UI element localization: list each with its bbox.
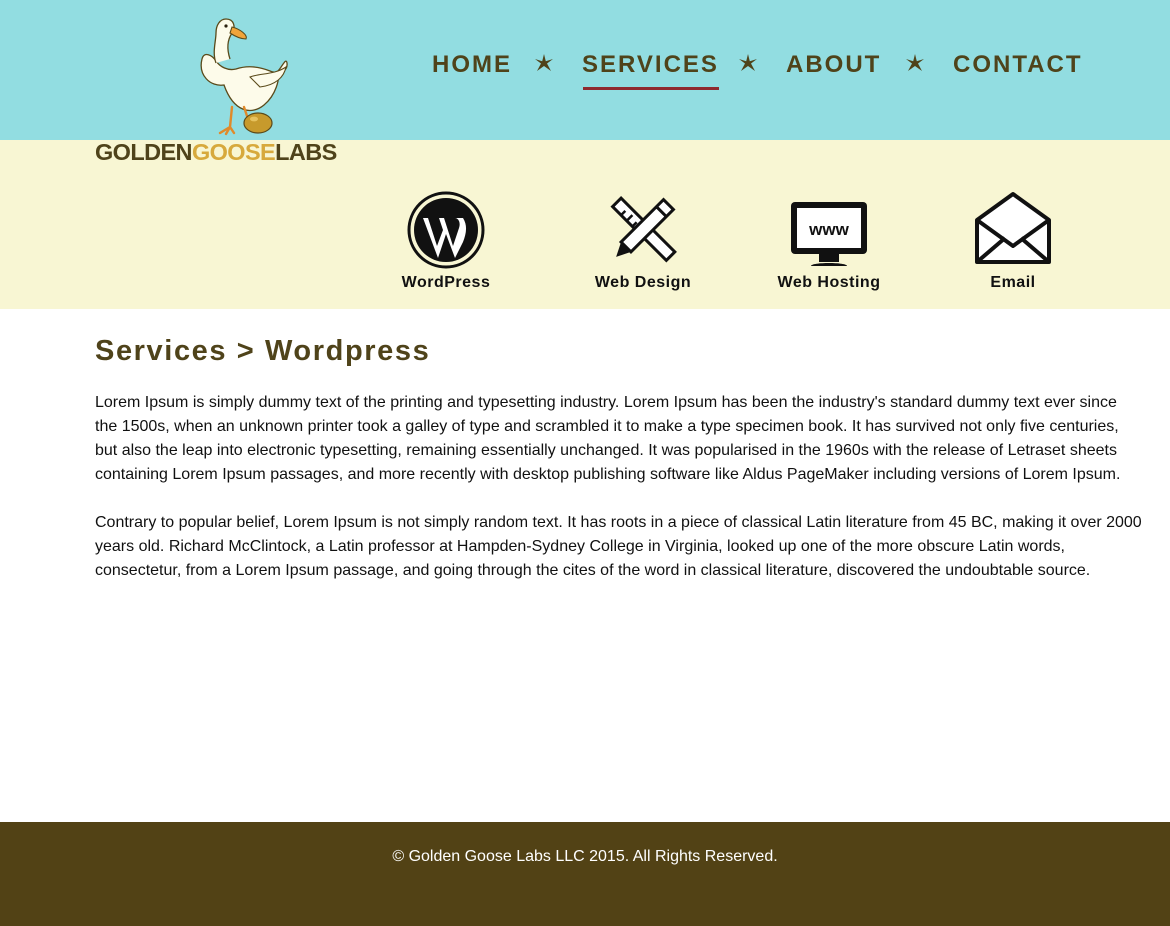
logo-wordmark: GOLDENGOOSELABS: [95, 139, 337, 165]
service-web-hosting-label: Web Hosting: [777, 274, 881, 291]
service-web-design[interactable]: Web Design: [593, 190, 693, 292]
service-email-label: Email: [990, 274, 1036, 291]
nav-home[interactable]: HOME: [432, 50, 512, 80]
service-web-hosting[interactable]: www Web Hosting: [774, 190, 884, 292]
service-icons: WordPress Web Design www Web Hosting Ema…: [0, 190, 1170, 300]
monitor-www-icon: www: [791, 202, 867, 266]
pencil-ruler-icon: [610, 196, 677, 263]
star-separator-icon: [535, 54, 553, 71]
star-separator-icon: [739, 54, 757, 71]
svg-text:www: www: [808, 220, 849, 239]
logo-word-labs: LABS: [275, 139, 337, 165]
logo[interactable]: GOLDENGOOSELABS: [95, 15, 347, 165]
page-title: Services > Wordpress: [95, 335, 431, 367]
copyright-text: © Golden Goose Labs LLC 2015. All Rights…: [392, 848, 778, 865]
envelope-icon: [975, 192, 1051, 264]
wordpress-icon: [407, 191, 485, 269]
service-email[interactable]: Email: [968, 190, 1058, 292]
logo-word-goose: GOOSE: [191, 139, 276, 165]
logo-word-golden: GOLDEN: [95, 139, 193, 165]
main-nav: HOME SERVICES ABOUT CONTACT: [0, 50, 1170, 90]
star-separator-icon: [906, 54, 924, 71]
body-paragraph: Lorem Ipsum is simply dummy text of the …: [95, 394, 1121, 483]
nav-services[interactable]: SERVICES: [582, 50, 719, 90]
nav-contact[interactable]: CONTACT: [953, 50, 1083, 80]
body-paragraph: Contrary to popular belief, Lorem Ipsum …: [95, 514, 1142, 579]
main-content: Services > Wordpress Lorem Ipsum is simp…: [95, 333, 1143, 583]
site-footer: © Golden Goose Labs LLC 2015. All Rights…: [0, 822, 1170, 926]
nav-about[interactable]: ABOUT: [786, 50, 881, 80]
service-wordpress-label: WordPress: [401, 274, 491, 291]
service-web-design-label: Web Design: [594, 274, 692, 291]
service-wordpress[interactable]: WordPress: [396, 190, 496, 292]
